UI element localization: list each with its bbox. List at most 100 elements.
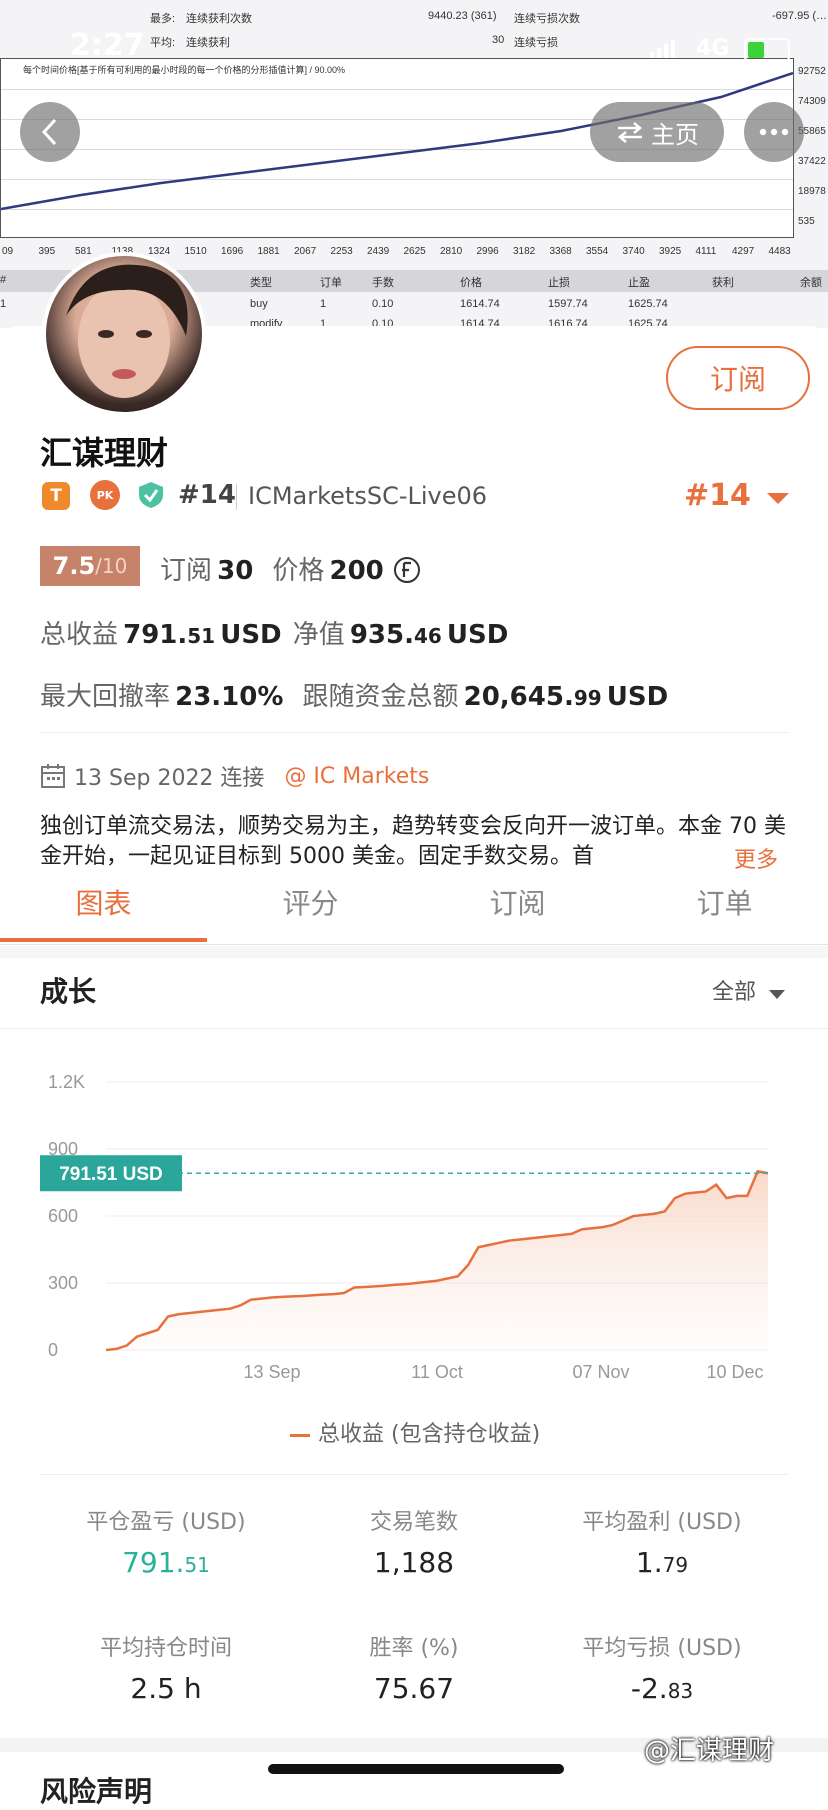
trader-name: 汇谋理财: [40, 434, 169, 472]
banner-y-tick: 74309: [798, 96, 826, 107]
tab-subscription[interactable]: 订阅: [414, 876, 621, 932]
x-tick-label: 11 Oct: [411, 1362, 463, 1382]
follow-funds-int: 20,645.: [463, 682, 574, 712]
tab-orders[interactable]: 订单: [621, 876, 828, 932]
banner-x-tick: 3740: [622, 246, 645, 257]
stat-value: 1,188: [276, 1546, 552, 1579]
tab-bar: 图表 评分 订阅 订单: [0, 876, 828, 945]
stat-value-dec: 79: [662, 1553, 689, 1577]
coin-icon: [393, 557, 420, 583]
banner-table-header-cell: 余额: [800, 277, 822, 289]
banner-x-tick: 2067: [294, 246, 317, 257]
banner-x-tick: 3925: [659, 246, 682, 257]
equity-unit: USD: [446, 620, 509, 650]
stat-label: 平仓盈亏 (USD): [86, 1510, 246, 1535]
banner-x-tick: 1881: [257, 246, 280, 257]
tab-rating[interactable]: 评分: [207, 876, 414, 932]
tab-chart[interactable]: 图表: [0, 876, 207, 932]
price-value: 200: [329, 556, 384, 586]
y-tick-label: 1.2K: [48, 1072, 85, 1092]
rank-label: #14: [178, 480, 236, 510]
equity-int: 935.: [349, 620, 414, 650]
banner-table-header-cell: 止盈: [628, 277, 650, 289]
status-bar: 2:27 4G: [0, 0, 828, 90]
y-tick-label: 600: [48, 1206, 78, 1226]
banner-x-tick: 2439: [367, 246, 390, 257]
home-indicator: [268, 1764, 564, 1774]
battery-icon: [744, 38, 790, 62]
banner-table-cell: 1: [320, 298, 327, 310]
caret-down-icon: [769, 990, 786, 999]
x-tick-label: 10 Dec: [706, 1362, 763, 1382]
total-profit-label: 总收益: [40, 620, 119, 650]
rating-value: 7.5: [52, 552, 96, 580]
rank-dropdown-label: #14: [684, 478, 751, 513]
network-type: 4G: [696, 36, 730, 61]
signal-icon: [650, 40, 676, 58]
rating-max: /10: [95, 554, 128, 578]
stat-label: 交易笔数: [369, 1510, 458, 1535]
banner-y-tick: 535: [798, 216, 815, 227]
banner-x-tick: 3182: [513, 246, 536, 257]
more-link[interactable]: 更多: [730, 842, 779, 874]
connect-date: 13 Sep 2022 连接: [74, 766, 265, 791]
rating-badge: 7.5/10: [40, 546, 140, 586]
banner-table-header-cell: 止损: [548, 277, 570, 289]
home-button[interactable]: 主页: [590, 102, 724, 162]
chart-legend: 总收益 (包含持仓收益): [290, 1416, 540, 1448]
banner-x-tick: 2996: [476, 246, 499, 257]
stat-value-int: 791.: [122, 1546, 185, 1579]
series-area: [106, 1171, 768, 1350]
stat-value-dec: 51: [184, 1553, 210, 1577]
subscribe-button[interactable]: 订阅: [666, 346, 810, 410]
stat-value: -2.83: [524, 1672, 800, 1705]
banner-x-tick: 2810: [440, 246, 463, 257]
avatar[interactable]: [42, 252, 206, 416]
total-profit-int: 791.: [123, 620, 188, 650]
pk-flame-icon: PK: [90, 480, 120, 510]
more-button[interactable]: [744, 102, 804, 162]
banner-x-tick: 3368: [549, 246, 572, 257]
banner-x-tick: 395: [38, 246, 56, 257]
banner-x-tick: 1696: [221, 246, 244, 257]
growth-title: 成长: [40, 975, 97, 1008]
subscribers-label: 订阅: [160, 556, 213, 586]
follow-funds-unit: USD: [606, 682, 669, 712]
stat-label: 平均亏损 (USD): [582, 1636, 742, 1661]
divider: [40, 1474, 788, 1475]
stat-value-int: -2.: [630, 1672, 668, 1705]
follow-funds-label: 跟随资金总额: [302, 682, 459, 712]
banner-table-cell: 1625.74: [628, 298, 668, 310]
banner-x-tick: 581: [75, 246, 92, 257]
stat-value-int: 1.: [635, 1546, 663, 1579]
banner-table-cell: 0.10: [372, 298, 394, 310]
stat-value: 791.51: [28, 1546, 304, 1579]
banner-x-tick: 09: [2, 246, 14, 257]
rank-dropdown[interactable]: #14: [684, 478, 790, 513]
banner-table-header-cell: 获利: [712, 277, 734, 289]
stat-label: 平均持仓时间: [99, 1636, 232, 1661]
back-button[interactable]: [20, 102, 80, 162]
banner-table-cell: 1597.74: [548, 298, 588, 310]
trader-badge-t-icon: T: [42, 482, 70, 510]
equity-dec: 46: [413, 624, 442, 648]
banner-x-tick: 1510: [184, 246, 207, 257]
y-tick-label: 0: [48, 1340, 58, 1360]
banner-table-header-cell: 手数: [372, 277, 394, 289]
active-tab-indicator: [0, 938, 207, 942]
current-value-label: 791.51 USD: [59, 1164, 163, 1185]
total-profit-unit: USD: [220, 620, 282, 650]
swap-arrows-icon: [618, 122, 642, 143]
stat-label: 平均盈利 (USD): [582, 1510, 742, 1535]
banner-x-tick: 2253: [330, 246, 353, 257]
divider: [40, 732, 788, 733]
broker-link[interactable]: @ IC Markets: [284, 764, 429, 789]
verified-shield-icon: [136, 480, 166, 514]
divider: [0, 1028, 828, 1029]
banner-table-cell: 1614.74: [460, 298, 500, 310]
avatar-portrait-image: [66, 264, 188, 398]
banner-y-tick: 37422: [798, 156, 826, 167]
description-text: 独创订单流交易法，顺势交易为主，趋势转变会反向开一波订单。本金 70 美金开始，…: [40, 814, 786, 869]
strategy-description: 独创订单流交易法，顺势交易为主，趋势转变会反向开一波订单。本金 70 美金开始，…: [40, 812, 790, 872]
range-filter[interactable]: 全部: [712, 974, 786, 1006]
